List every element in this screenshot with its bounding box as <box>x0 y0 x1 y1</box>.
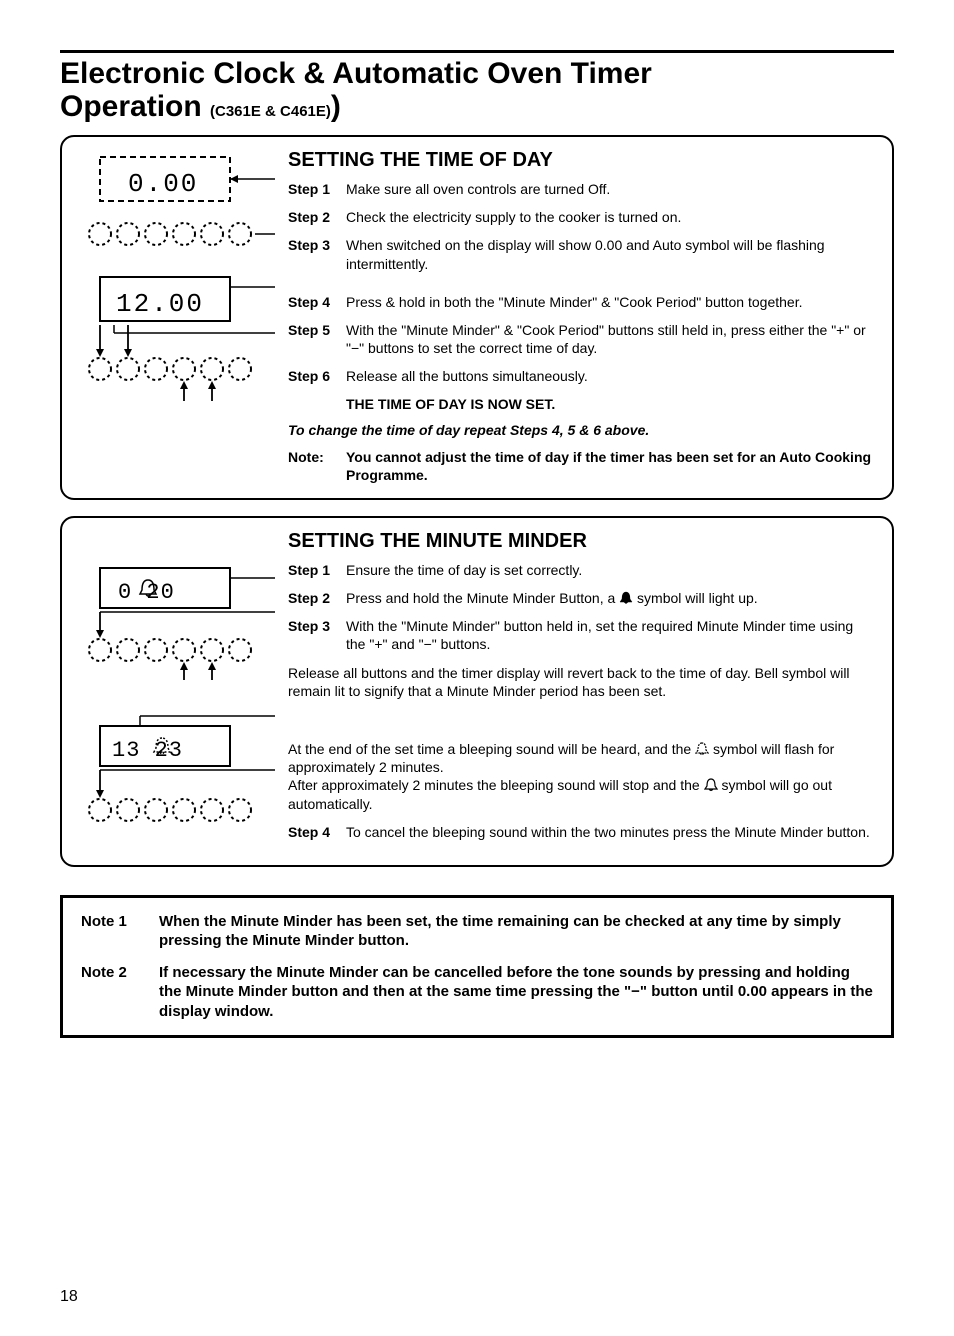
change-time-note: To change the time of day repeat Steps 4… <box>288 422 874 438</box>
bell-icon <box>695 742 709 756</box>
title-operation: Operation <box>60 90 210 123</box>
diagram-display-12-00: 12.00 <box>80 269 280 409</box>
knob-row-icon <box>89 223 251 245</box>
mm-step3-label: Step 3 <box>288 617 346 653</box>
note2-label: Note 2 <box>81 963 159 1022</box>
rule-top <box>60 50 894 53</box>
page-title-line1: Electronic Clock & Automatic Oven Timer <box>60 57 894 90</box>
bell-icon <box>619 591 633 605</box>
diagram-display-13-23: 13 23 <box>80 710 280 840</box>
step4-label: Step 4 <box>288 293 346 311</box>
page-title-line2: Operation (C361E & C461E)) <box>60 90 894 123</box>
step5-label: Step 5 <box>288 321 346 357</box>
display-value-0-20: 0 20 <box>118 580 175 605</box>
knob-row-icon <box>89 799 251 821</box>
knob-row-icon <box>89 639 251 661</box>
step1-label: Step 1 <box>288 180 346 198</box>
note1-label: Note 1 <box>81 912 159 951</box>
heading-minute-minder: SETTING THE MINUTE MINDER <box>288 530 874 553</box>
step4-text: Press & hold in both the "Minute Minder"… <box>346 293 874 311</box>
time-now-set: THE TIME OF DAY IS NOW SET. <box>346 396 874 412</box>
display-value-13-23: 13 23 <box>112 738 183 763</box>
step2-text: Check the electricity supply to the cook… <box>346 208 874 226</box>
section-minute-minder: 0 20 <box>60 516 894 867</box>
step3-label: Step 3 <box>288 236 346 272</box>
note1-text: When the Minute Minder has been set, the… <box>159 912 873 951</box>
mm-step1-label: Step 1 <box>288 561 346 579</box>
step6-label: Step 6 <box>288 367 346 385</box>
mm-step2-text: Press and hold the Minute Minder Button,… <box>346 589 874 607</box>
page-number: 18 <box>60 1288 78 1306</box>
title-models: (C361E & C461E) <box>210 103 331 120</box>
mm-step2-label: Step 2 <box>288 589 346 607</box>
step5-text: With the "Minute Minder" & "Cook Period"… <box>346 321 874 357</box>
heading-time-of-day: SETTING THE TIME OF DAY <box>288 149 874 172</box>
bell-icon <box>704 778 718 792</box>
step1-text: Make sure all oven controls are turned O… <box>346 180 874 198</box>
step3-text: When switched on the display will show 0… <box>346 236 874 272</box>
notes-box: Note 1 When the Minute Minder has been s… <box>60 895 894 1039</box>
display-value-12-00: 12.00 <box>116 289 204 319</box>
mm-para-release: Release all buttons and the timer displa… <box>288 664 874 700</box>
knob-row-icon <box>89 358 251 380</box>
mm-step4-text: To cancel the bleeping sound within the … <box>346 823 874 841</box>
step2-label: Step 2 <box>288 208 346 226</box>
note-label: Note: <box>288 448 346 484</box>
note-text: You cannot adjust the time of day if the… <box>346 448 874 484</box>
diagram-display-0-20: 0 20 <box>80 560 280 690</box>
mm-step3-text: With the "Minute Minder" button held in,… <box>346 617 874 653</box>
display-value-0-00: 0.00 <box>128 169 198 199</box>
mm-step1-text: Ensure the time of day is set correctly. <box>346 561 874 579</box>
title-paren-close: ) <box>331 90 341 123</box>
step6-text: Release all the buttons simultaneously. <box>346 367 874 385</box>
mm-para-end: At the end of the set time a bleeping so… <box>288 740 874 813</box>
mm-step4-label: Step 4 <box>288 823 346 841</box>
diagram-display-0-00: 0.00 <box>80 149 280 269</box>
note2-text: If necessary the Minute Minder can be ca… <box>159 963 873 1022</box>
section-time-of-day: 0.00 <box>60 135 894 500</box>
